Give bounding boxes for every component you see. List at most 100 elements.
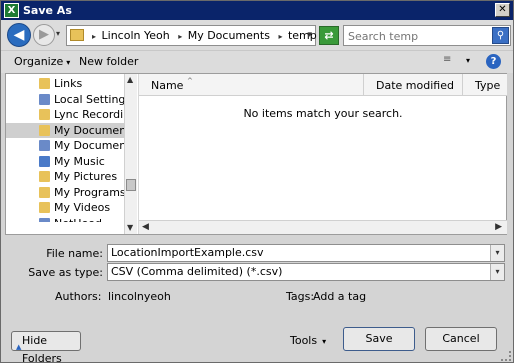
scroll-right-icon[interactable]: ▶ bbox=[495, 222, 502, 232]
sort-ascending-icon: ^ bbox=[187, 77, 193, 85]
chevron-down-icon[interactable]: ▾ bbox=[490, 245, 504, 261]
breadcrumb: ▸ Lincoln Yeoh ▸ My Documents ▸ temp bbox=[89, 29, 319, 42]
sidebar-item-label: My Documents bbox=[54, 123, 124, 137]
tags-value[interactable]: Add a tag bbox=[313, 290, 366, 303]
browser-area: Links Local Settings Lync Recordings My Doc… bbox=[5, 73, 507, 235]
collapse-icon: ▲ bbox=[16, 343, 22, 351]
file-metadata: Authors: lincolnyeoh Tags: Add a tag bbox=[1, 287, 513, 307]
column-header-type[interactable]: Type bbox=[463, 74, 507, 96]
breadcrumb-item-temp[interactable]: temp bbox=[288, 29, 317, 42]
sidebar-item-label: My Pictures bbox=[54, 170, 118, 183]
save-as-dialog: X Save As ✕ ◀ ▶ ▾ ▸ Lincoln Yeoh ▸ My Do… bbox=[0, 0, 514, 363]
folder-icon bbox=[39, 78, 50, 89]
shortcut-icon bbox=[39, 140, 50, 151]
search-input[interactable] bbox=[348, 29, 488, 43]
resize-grip[interactable] bbox=[501, 351, 511, 361]
address-dropdown-icon[interactable]: ▾ bbox=[307, 30, 312, 40]
horizontal-scrollbar[interactable]: ◀ ▶ bbox=[139, 220, 507, 234]
sidebar-item-label: My Music bbox=[54, 154, 105, 168]
file-name-field[interactable]: LocationImportExample.csv ▾ bbox=[107, 244, 505, 262]
help-icon[interactable]: ? bbox=[486, 54, 501, 69]
column-header-label: Type bbox=[475, 79, 501, 92]
scroll-down-icon[interactable]: ▼ bbox=[127, 223, 133, 232]
sidebar-item-label: My Videos bbox=[54, 201, 111, 214]
sidebar-item[interactable]: My Videos bbox=[6, 200, 124, 215]
breadcrumb-item-lincoln-yeoh[interactable]: Lincoln Yeoh bbox=[102, 29, 170, 42]
navigation-pane: Links Local Settings Lync Recordings My Doc… bbox=[6, 74, 137, 234]
folder-icon bbox=[39, 109, 50, 120]
save-form: File name: LocationImportExample.csv ▾ S… bbox=[1, 236, 513, 286]
breadcrumb-separator-icon[interactable]: ▸ bbox=[92, 32, 96, 41]
pictures-folder-icon bbox=[39, 171, 50, 182]
column-header-date-modified[interactable]: Date modified bbox=[364, 74, 463, 96]
shortcut-icon bbox=[39, 93, 50, 105]
folder-icon bbox=[39, 124, 50, 136]
file-name-label: File name: bbox=[46, 247, 103, 260]
navigation-bar: ◀ ▶ ▾ ▸ Lincoln Yeoh ▸ My Documents ▸ te… bbox=[1, 20, 513, 50]
breadcrumb-separator-icon[interactable]: ▸ bbox=[278, 32, 282, 41]
sidebar-item-label: My Documents bbox=[54, 139, 124, 152]
recent-locations-dropdown-icon[interactable]: ▾ bbox=[56, 29, 60, 38]
search-icon[interactable]: ⚲ bbox=[492, 27, 509, 44]
hide-folders-button[interactable]: ▲ Hide Folders bbox=[11, 331, 81, 363]
scroll-left-icon[interactable]: ◀ bbox=[142, 222, 149, 232]
column-header-label: Name bbox=[151, 79, 184, 92]
sidebar-item[interactable]: My Documents bbox=[6, 138, 124, 153]
sidebar-item-label: My Programs bbox=[54, 185, 124, 199]
new-folder-button[interactable]: New folder bbox=[79, 55, 138, 68]
save-as-type-label: Save as type: bbox=[28, 266, 103, 279]
scroll-thumb[interactable] bbox=[126, 179, 136, 191]
refresh-button[interactable]: ⇄ bbox=[319, 26, 339, 45]
back-button[interactable]: ◀ bbox=[7, 23, 31, 47]
navigation-scrollbar[interactable]: ▲ ▼ bbox=[124, 74, 137, 234]
file-list[interactable]: Name ^ Date modified Type No items match… bbox=[138, 74, 507, 234]
sidebar-item[interactable]: Local Settings bbox=[6, 92, 124, 107]
command-toolbar: Organize ▾ New folder ≡ ▾ ? bbox=[1, 50, 513, 73]
chevron-down-icon: ▾ bbox=[322, 337, 327, 346]
close-button[interactable]: ✕ bbox=[495, 3, 510, 17]
chevron-down-icon: ▾ bbox=[66, 58, 71, 67]
column-header-label: Date modified bbox=[376, 79, 454, 92]
authors-label: Authors: bbox=[55, 290, 102, 303]
sidebar-item-label: Links bbox=[54, 77, 83, 90]
dialog-footer: ▲ Hide Folders Tools ▾ Save Cancel bbox=[1, 319, 513, 363]
empty-results-message: No items match your search. bbox=[243, 107, 403, 120]
chevron-down-icon[interactable]: ▾ bbox=[490, 264, 504, 280]
sidebar-item[interactable]: My Pictures bbox=[6, 169, 124, 184]
authors-value[interactable]: lincolnyeoh bbox=[108, 290, 171, 303]
change-view-icon[interactable]: ≡ bbox=[443, 54, 457, 67]
cancel-button[interactable]: Cancel bbox=[425, 327, 497, 351]
sidebar-item[interactable]: My Documents bbox=[6, 122, 124, 138]
breadcrumb-separator-icon[interactable]: ▸ bbox=[178, 32, 182, 41]
view-options-dropdown-icon[interactable]: ▾ bbox=[466, 56, 470, 65]
sidebar-item[interactable]: My Music bbox=[6, 154, 124, 169]
tools-label: Tools bbox=[290, 334, 318, 347]
scroll-up-icon[interactable]: ▲ bbox=[127, 75, 133, 84]
search-box[interactable]: ⚲ bbox=[343, 25, 511, 46]
breadcrumb-item-my-documents[interactable]: My Documents bbox=[188, 29, 270, 42]
sidebar-item[interactable]: My Programs bbox=[6, 185, 124, 200]
music-folder-icon bbox=[39, 155, 50, 167]
title-bar: X Save As ✕ bbox=[1, 1, 513, 20]
save-as-type-value: CSV (Comma delimited) (*.csv) bbox=[111, 265, 283, 278]
tags-label: Tags: bbox=[286, 290, 315, 303]
window-title: Save As bbox=[23, 4, 72, 17]
excel-app-icon: X bbox=[4, 3, 19, 18]
sidebar-item-label: NetHood bbox=[54, 217, 102, 223]
file-name-value[interactable]: LocationImportExample.csv bbox=[111, 246, 264, 259]
tools-menu-button[interactable]: Tools ▾ bbox=[290, 334, 326, 347]
forward-button[interactable]: ▶ bbox=[33, 24, 55, 46]
column-header-row: Name ^ Date modified Type bbox=[139, 74, 507, 96]
navigation-list: Links Local Settings Lync Recordings My Doc… bbox=[6, 74, 124, 222]
hide-folders-label: Hide Folders bbox=[22, 334, 62, 363]
save-button[interactable]: Save bbox=[343, 327, 415, 351]
sidebar-item[interactable]: Links bbox=[6, 76, 124, 91]
sidebar-item[interactable]: Lync Recordings bbox=[6, 107, 124, 122]
organize-menu-button[interactable]: Organize ▾ bbox=[14, 55, 70, 68]
column-header-name[interactable]: Name ^ bbox=[139, 74, 364, 96]
address-bar[interactable]: ▸ Lincoln Yeoh ▸ My Documents ▸ temp ▾ bbox=[66, 25, 319, 46]
sidebar-item[interactable]: NetHood bbox=[6, 216, 124, 223]
save-as-type-select[interactable]: CSV (Comma delimited) (*.csv) ▾ bbox=[107, 263, 505, 281]
organize-label: Organize bbox=[14, 55, 64, 68]
sidebar-item-label: Lync Recordings bbox=[54, 108, 124, 121]
